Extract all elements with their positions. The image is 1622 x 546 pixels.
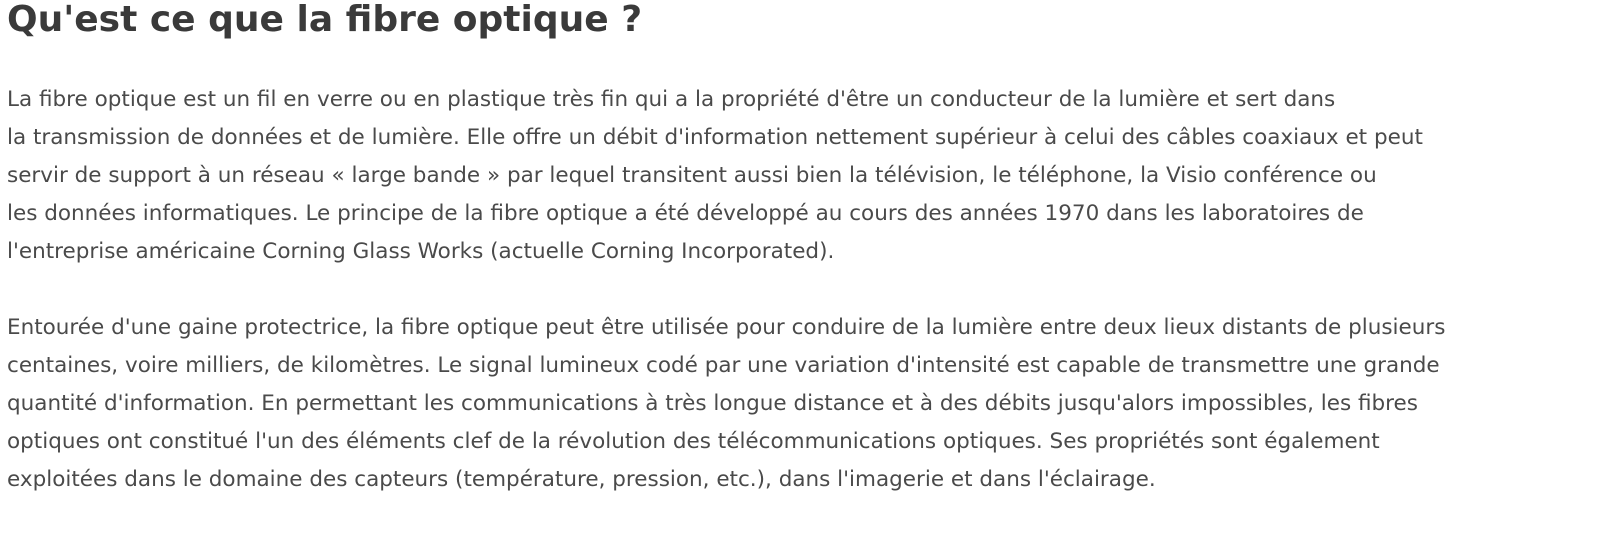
paragraph-line: optiques ont constitué l'un des éléments… [7, 429, 1380, 454]
paragraph-line: quantité d'information. En permettant le… [7, 391, 1418, 416]
paragraph-line: servir de support à un réseau « large ba… [7, 163, 1377, 188]
paragraph-definition: La fibre optique est un fil en verre ou … [7, 81, 1607, 271]
paragraph-line: Entourée d'une gaine protectrice, la fib… [7, 315, 1446, 340]
paragraph-line: l'entreprise américaine Corning Glass Wo… [7, 239, 835, 264]
paragraph-line: la transmission de données et de lumière… [7, 125, 1423, 150]
paragraph-line: La fibre optique est un fil en verre ou … [7, 87, 1336, 112]
paragraph-line: centaines, voire milliers, de kilomètres… [7, 353, 1440, 378]
paragraph-line: exploitées dans le domaine des capteurs … [7, 467, 1156, 492]
page-title: Qu'est ce que la fibre optique ? [7, 0, 643, 40]
paragraph-line: les données informatiques. Le principe d… [7, 201, 1364, 226]
article: Qu'est ce que la fibre optique ? La fibr… [7, 0, 1607, 499]
paragraph-usage: Entourée d'une gaine protectrice, la fib… [7, 309, 1607, 499]
